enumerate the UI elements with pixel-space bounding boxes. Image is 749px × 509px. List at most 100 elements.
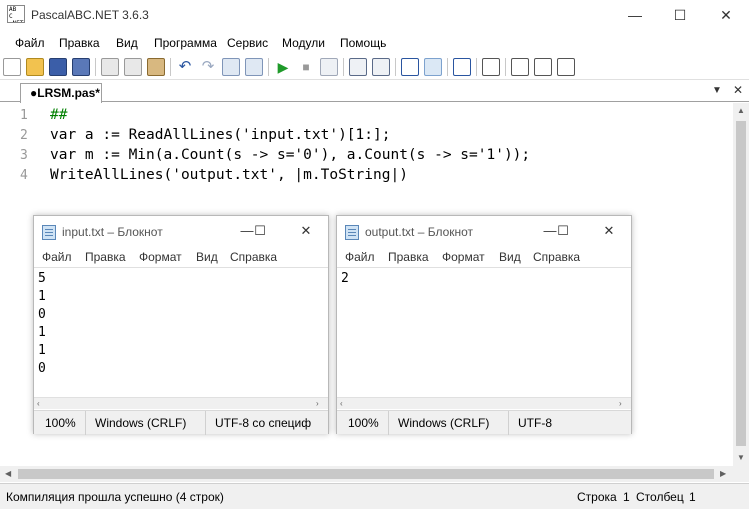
- notepad-menu-view[interactable]: Вид: [196, 250, 218, 264]
- open-icon[interactable]: [26, 58, 44, 76]
- line-number: 4: [20, 168, 28, 183]
- notepad-menu-view[interactable]: Вид: [499, 250, 521, 264]
- notepad-close-button[interactable]: ✕: [294, 223, 318, 241]
- format-icon[interactable]: [511, 58, 529, 76]
- form-designer-icon[interactable]: [453, 58, 471, 76]
- menu-modules[interactable]: Модули: [282, 36, 325, 50]
- app-logo-icon: ABC.NET: [7, 5, 25, 23]
- scroll-left-icon[interactable]: ◀: [5, 469, 11, 478]
- notepad-maximize-button[interactable]: ☐: [551, 223, 575, 241]
- scroll-thumb[interactable]: [18, 469, 714, 479]
- debug-icon[interactable]: [424, 58, 442, 76]
- tab-strip: ●LRSM.pas* ▼ ✕: [0, 81, 749, 103]
- notepad-menu-edit[interactable]: Правка: [388, 250, 429, 264]
- line-ending: Windows (CRLF): [95, 416, 187, 430]
- notepad-close-button[interactable]: ✕: [597, 223, 621, 241]
- notepad-input-window[interactable]: input.txt – Блокнот — ☐ ✕ Файл Правка Фо…: [33, 215, 329, 435]
- notepad-maximize-button[interactable]: ☐: [248, 223, 272, 241]
- module-icon[interactable]: [482, 58, 500, 76]
- col-label: Столбец: [636, 490, 684, 504]
- close-button[interactable]: ✕: [703, 0, 749, 30]
- maximize-button[interactable]: ☐: [657, 0, 703, 30]
- copy-icon[interactable]: [124, 58, 142, 76]
- notepad-menu-bar: Файл Правка Формат Вид Справка: [34, 247, 328, 267]
- menu-edit[interactable]: Правка: [59, 36, 100, 50]
- scroll-left-icon[interactable]: ‹: [340, 399, 343, 408]
- menu-help[interactable]: Помощь: [340, 36, 386, 50]
- notepad-text-area[interactable]: 2: [337, 267, 631, 397]
- notepad-title: input.txt – Блокнот: [62, 225, 163, 239]
- paste-icon[interactable]: [147, 58, 165, 76]
- line-number: 3: [20, 148, 28, 163]
- menu-file[interactable]: Файл: [15, 36, 45, 50]
- scroll-down-icon[interactable]: ▼: [737, 453, 745, 462]
- editor-vertical-scrollbar[interactable]: ▲ ▼: [733, 103, 749, 466]
- toolbar-separator: [505, 58, 506, 76]
- find-icon[interactable]: [222, 58, 240, 76]
- step-over-icon[interactable]: [320, 58, 338, 76]
- output-window-icon[interactable]: [372, 58, 390, 76]
- notepad-horizontal-scrollbar[interactable]: ‹ ›: [34, 397, 328, 409]
- tab-list-icon[interactable]: ▼: [712, 85, 722, 96]
- replace-icon[interactable]: [245, 58, 263, 76]
- menu-program[interactable]: Программа: [154, 36, 217, 50]
- toolbar-separator: [476, 58, 477, 76]
- notepad-menu-format[interactable]: Формат: [442, 250, 485, 264]
- menu-service[interactable]: Сервис: [227, 36, 268, 50]
- scroll-right-icon[interactable]: ›: [619, 399, 622, 408]
- code-line: ##: [50, 107, 68, 123]
- stop-icon[interactable]: ■: [297, 58, 315, 76]
- text-line: 2: [341, 271, 349, 286]
- notepad-output-window[interactable]: output.txt – Блокнот — ☐ ✕ Файл Правка Ф…: [336, 215, 632, 435]
- text-line: 0: [38, 307, 46, 322]
- tab-close-icon[interactable]: ✕: [733, 83, 743, 97]
- undo-icon[interactable]: ↶: [176, 58, 194, 76]
- redo-icon[interactable]: ↷: [199, 58, 217, 76]
- notepad-horizontal-scrollbar[interactable]: ‹ ›: [337, 397, 631, 409]
- editor-horizontal-scrollbar[interactable]: ◀ ▶: [0, 466, 733, 482]
- menu-bar: Файл Правка Вид Программа Сервис Модули …: [0, 32, 749, 54]
- notepad-text-area[interactable]: 5 1 0 1 1 0: [34, 267, 328, 397]
- text-line: 1: [38, 289, 46, 304]
- notepad-menu-file[interactable]: Файл: [345, 250, 375, 264]
- code-line: var m := Min(a.Count(s -> s='0'), a.Coun…: [50, 147, 531, 163]
- save-icon[interactable]: [49, 58, 67, 76]
- notepad-status-bar: 100% Windows (CRLF) UTF-8: [337, 410, 631, 435]
- notepad-menu-edit[interactable]: Правка: [85, 250, 126, 264]
- cut-icon[interactable]: [101, 58, 119, 76]
- scroll-right-icon[interactable]: ▶: [720, 469, 726, 478]
- scroll-right-icon[interactable]: ›: [316, 399, 319, 408]
- toolbar-separator: [395, 58, 396, 76]
- run-icon[interactable]: ▶: [274, 58, 292, 76]
- toolbar-separator: [268, 58, 269, 76]
- line-gutter: 1 2 3 4: [0, 103, 34, 466]
- tab-lrsm[interactable]: ●LRSM.pas*: [20, 83, 102, 103]
- menu-view[interactable]: Вид: [116, 36, 138, 50]
- notepad-menu-format[interactable]: Формат: [139, 250, 182, 264]
- text-line: 5: [38, 271, 46, 286]
- status-separator: [508, 411, 509, 435]
- col-value: 1: [689, 490, 696, 504]
- toolbar-separator: [170, 58, 171, 76]
- notepad-title-bar: input.txt – Блокнот — ☐ ✕: [34, 216, 328, 247]
- save-all-icon[interactable]: [72, 58, 90, 76]
- scroll-thumb[interactable]: [736, 121, 746, 446]
- new-file-icon[interactable]: [3, 58, 21, 76]
- status-bar: Компиляция прошла успешно (4 строк) Стро…: [0, 483, 749, 509]
- notepad-menu-help[interactable]: Справка: [533, 250, 580, 264]
- console-icon[interactable]: [401, 58, 419, 76]
- notepad-menu-file[interactable]: Файл: [42, 250, 72, 264]
- settings-icon[interactable]: [557, 58, 575, 76]
- scroll-left-icon[interactable]: ‹: [37, 399, 40, 408]
- code-completion-icon[interactable]: [534, 58, 552, 76]
- toolbar-separator: [95, 58, 96, 76]
- encoding: UTF-8 со специф: [215, 416, 312, 430]
- text-line: 1: [38, 325, 46, 340]
- encoding: UTF-8: [518, 416, 552, 430]
- minimize-button[interactable]: —: [612, 0, 658, 30]
- notepad-menu-help[interactable]: Справка: [230, 250, 277, 264]
- toolbar: ↶ ↷ ▶ ■: [0, 55, 749, 80]
- step-into-icon[interactable]: [349, 58, 367, 76]
- scroll-up-icon[interactable]: ▲: [737, 106, 745, 115]
- notepad-title: output.txt – Блокнот: [365, 225, 474, 239]
